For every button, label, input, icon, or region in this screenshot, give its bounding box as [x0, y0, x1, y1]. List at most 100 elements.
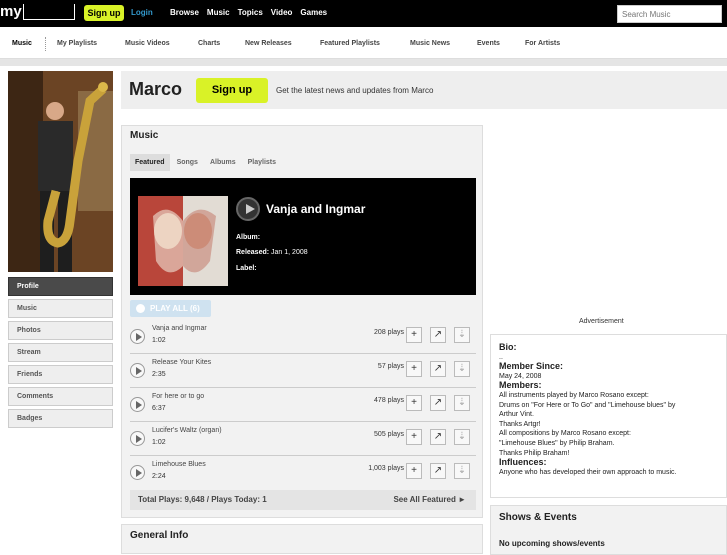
- track-play-button[interactable]: [130, 397, 145, 412]
- share-icon[interactable]: ↗: [430, 327, 446, 343]
- members-line: All compositions by Marco Rosano except:: [499, 430, 631, 438]
- leftnav-music[interactable]: Music: [8, 299, 113, 318]
- left-nav: Profile Music Photos Stream Friends Comm…: [8, 277, 113, 431]
- nav-browse[interactable]: Browse: [170, 5, 199, 21]
- track-duration: 2:35: [152, 371, 166, 378]
- share-icon[interactable]: ↗: [430, 429, 446, 445]
- featured-song-title[interactable]: Vanja and Ingmar: [266, 202, 365, 216]
- leftnav-profile[interactable]: Profile: [8, 277, 113, 296]
- track-row: Limehouse Blues 2:24 1,003 plays + ↗ ⇣: [130, 456, 476, 490]
- album-cover[interactable]: [138, 196, 228, 286]
- leftnav-comments[interactable]: Comments: [8, 387, 113, 406]
- download-icon[interactable]: ⇣: [454, 463, 470, 479]
- track-name[interactable]: Limehouse Blues: [152, 461, 206, 468]
- track-row: For here or to go 6:37 478 plays + ↗ ⇣: [130, 388, 476, 422]
- play-all-label: PLAY ALL (6): [150, 304, 200, 313]
- profile-photo[interactable]: [8, 71, 113, 272]
- influences-heading: Influences:: [499, 457, 547, 468]
- subnav-my-playlists[interactable]: My Playlists: [57, 40, 97, 47]
- download-icon[interactable]: ⇣: [454, 429, 470, 445]
- subnav-music[interactable]: Music: [12, 40, 32, 47]
- track-duration: 2:24: [152, 473, 166, 480]
- see-all-featured-link[interactable]: See All Featured ►: [393, 490, 466, 510]
- released-label: Released:: [236, 249, 270, 256]
- album-label: Album:: [236, 234, 261, 241]
- share-icon[interactable]: ↗: [430, 395, 446, 411]
- top-nav: Browse Music Topics Video Games: [170, 5, 335, 21]
- featured-released-row: Released: Jan 1, 2008: [236, 249, 308, 256]
- members-line: Thanks Artgr!: [499, 420, 541, 428]
- share-icon[interactable]: ↗: [430, 361, 446, 377]
- track-name[interactable]: Vanja and Ingmar: [152, 325, 207, 332]
- download-icon[interactable]: ⇣: [454, 361, 470, 377]
- music-panel: Music Featured Songs Albums Playlists Va…: [121, 125, 483, 518]
- search-input[interactable]: [617, 5, 722, 23]
- nav-topics[interactable]: Topics: [238, 5, 263, 21]
- subnav-divider: [45, 37, 46, 51]
- subnav-music-videos[interactable]: Music Videos: [125, 40, 170, 47]
- subnav-featured-playlists[interactable]: Featured Playlists: [320, 40, 380, 47]
- featured-album-row: Album:: [236, 234, 260, 241]
- subnav-new-releases[interactable]: New Releases: [245, 40, 292, 47]
- leftnav-stream[interactable]: Stream: [8, 343, 113, 362]
- nav-video[interactable]: Video: [271, 5, 293, 21]
- add-icon[interactable]: +: [406, 361, 422, 377]
- members-line: Arthur Vint.: [499, 411, 534, 419]
- track-play-button[interactable]: [130, 363, 145, 378]
- track-plays: 478 plays: [374, 397, 404, 404]
- track-duration: 1:02: [152, 439, 166, 446]
- featured-play-button[interactable]: [236, 197, 260, 221]
- top-bar: my Sign up Login Browse Music Topics Vid…: [0, 0, 727, 27]
- tab-featured[interactable]: Featured: [130, 154, 170, 171]
- track-play-button[interactable]: [130, 329, 145, 344]
- play-icon: [136, 304, 145, 313]
- music-title: Music: [130, 130, 159, 141]
- profile-header: Marco Sign up Get the latest news and up…: [121, 71, 727, 109]
- general-info-panel: General Info: [121, 524, 483, 554]
- featured-song-panel: Vanja and Ingmar Album: Released: Jan 1,…: [130, 178, 476, 295]
- track-duration: 6:37: [152, 405, 166, 412]
- add-icon[interactable]: +: [406, 327, 422, 343]
- track-row: Release Your Kites 2:35 57 plays + ↗ ⇣: [130, 354, 476, 388]
- profile-tagline: Get the latest news and updates from Mar…: [276, 86, 434, 95]
- members-line: All instruments played by Marco Rosano e…: [499, 391, 649, 399]
- track-plays: 57 plays: [377, 363, 404, 370]
- subnav-events[interactable]: Events: [477, 40, 500, 47]
- tab-playlists[interactable]: Playlists: [243, 154, 281, 171]
- leftnav-friends[interactable]: Friends: [8, 365, 113, 384]
- influences-text: Anyone who has developed their own appro…: [499, 468, 677, 476]
- track-name[interactable]: Release Your Kites: [152, 359, 211, 366]
- track-plays: 1,003 plays: [368, 465, 404, 472]
- subnav-for-artists[interactable]: For Artists: [525, 40, 560, 47]
- track-name[interactable]: Lucifer's Waltz (organ): [152, 427, 222, 434]
- general-info-title: General Info: [130, 530, 189, 541]
- leftnav-badges[interactable]: Badges: [8, 409, 113, 428]
- track-name[interactable]: For here or to go: [152, 393, 204, 400]
- track-play-button[interactable]: [130, 431, 145, 446]
- subnav-music-news[interactable]: Music News: [410, 40, 450, 47]
- add-icon[interactable]: +: [406, 395, 422, 411]
- leftnav-photos[interactable]: Photos: [8, 321, 113, 340]
- shows-events-title: Shows & Events: [499, 512, 577, 523]
- download-icon[interactable]: ⇣: [454, 395, 470, 411]
- nav-games[interactable]: Games: [300, 5, 327, 21]
- play-all-button[interactable]: PLAY ALL (6): [130, 300, 211, 317]
- login-link[interactable]: Login: [131, 5, 153, 21]
- nav-music[interactable]: Music: [207, 5, 230, 21]
- tab-songs[interactable]: Songs: [172, 154, 203, 171]
- share-icon[interactable]: ↗: [430, 463, 446, 479]
- signup-button-top[interactable]: Sign up: [84, 5, 124, 21]
- profile-name: Marco: [129, 79, 183, 99]
- site-logo[interactable]: my: [0, 3, 22, 23]
- album-art-image: [138, 196, 228, 286]
- track-play-button[interactable]: [130, 465, 145, 480]
- subnav-charts[interactable]: Charts: [198, 40, 220, 47]
- add-icon[interactable]: +: [406, 463, 422, 479]
- signup-button-profile[interactable]: Sign up: [196, 78, 268, 103]
- download-icon[interactable]: ⇣: [454, 327, 470, 343]
- tab-albums[interactable]: Albums: [205, 154, 241, 171]
- add-icon[interactable]: +: [406, 429, 422, 445]
- saxophone-player-image: [8, 71, 113, 272]
- track-plays: 505 plays: [374, 431, 404, 438]
- track-row: Vanja and Ingmar 1:02 208 plays + ↗ ⇣: [130, 320, 476, 354]
